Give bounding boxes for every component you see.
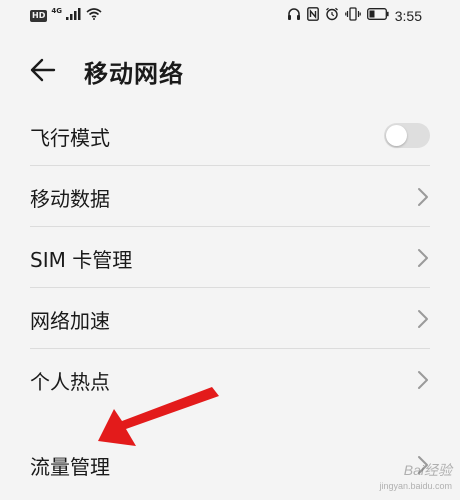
- setting-airplane-mode[interactable]: 飞行模式: [0, 105, 460, 166]
- alarm-icon: [325, 7, 339, 25]
- hd-badge: HD: [30, 10, 48, 22]
- setting-label: 移动数据: [30, 187, 110, 211]
- status-bar-left: HD 4G: [30, 7, 102, 24]
- back-button[interactable]: [28, 56, 60, 84]
- chevron-right-icon: [418, 188, 428, 206]
- chevron-right-icon: [418, 249, 428, 267]
- battery-icon: [366, 8, 389, 24]
- watermark-text: Bai经验: [403, 462, 452, 478]
- back-arrow-icon: [30, 58, 56, 82]
- setting-network-acceleration[interactable]: 网络加速: [0, 288, 460, 349]
- network-type: 4G: [51, 7, 62, 15]
- setting-mobile-data[interactable]: 移动数据: [0, 166, 460, 227]
- vibrate-icon: [344, 7, 361, 25]
- watermark-sub: jingyan.baidu.com: [379, 481, 452, 491]
- setting-personal-hotspot[interactable]: 个人热点: [0, 349, 460, 410]
- wifi-icon: [86, 8, 102, 24]
- status-bar-right: 3:55: [287, 7, 422, 25]
- chevron-right-icon: [418, 371, 428, 389]
- watermark: Bai经验 jingyan.baidu.com: [379, 462, 452, 494]
- status-bar: HD 4G 3:55: [0, 0, 460, 36]
- setting-label: 飞行模式: [30, 126, 110, 150]
- setting-sim-management[interactable]: SIM 卡管理: [0, 227, 460, 288]
- status-time: 3:55: [394, 8, 422, 24]
- setting-label: 个人热点: [30, 370, 110, 394]
- settings-list: 飞行模式 移动数据 SIM 卡管理 网络加速 个人热点 流量管理: [0, 105, 460, 495]
- headphone-icon: [287, 7, 301, 25]
- toggle-knob: [386, 125, 407, 146]
- signal-icon: [65, 8, 82, 24]
- setting-label: 网络加速: [30, 309, 110, 333]
- chevron-right-icon: [418, 310, 428, 328]
- page-title: 移动网络: [84, 60, 184, 88]
- airplane-mode-toggle[interactable]: [384, 123, 430, 148]
- setting-label: 流量管理: [30, 455, 110, 479]
- page-header: 移动网络: [0, 50, 460, 90]
- setting-label: SIM 卡管理: [30, 248, 133, 272]
- nfc-icon: [306, 7, 319, 25]
